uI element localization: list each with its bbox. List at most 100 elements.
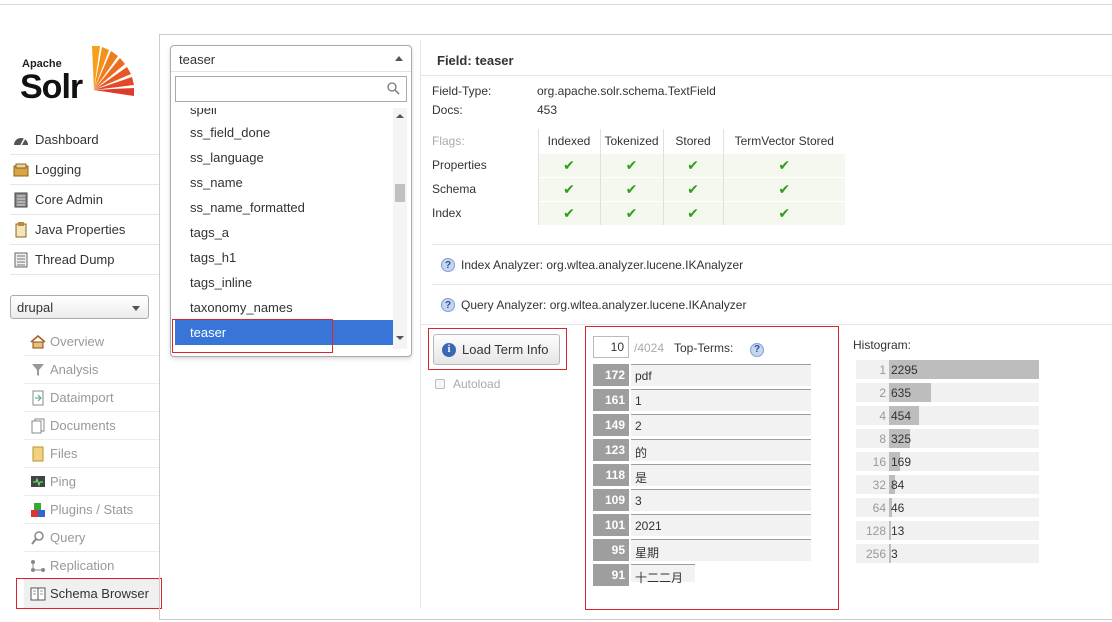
schema-browser-highlight	[16, 578, 162, 609]
field-option[interactable]: ss_name_formatted	[175, 195, 393, 220]
logging-icon	[13, 162, 29, 178]
term-count: 149	[593, 414, 629, 436]
field-option[interactable]: ss_name	[175, 170, 393, 195]
help-icon[interactable]: ?	[441, 298, 455, 312]
field-options-list: spell ss_field_done ss_language ss_name …	[175, 108, 393, 349]
field-option[interactable]: spell	[175, 108, 393, 120]
field-search-input[interactable]	[175, 76, 407, 102]
histogram-value: 2295	[891, 363, 918, 377]
term-text: 3	[631, 489, 811, 511]
field-option[interactable]: tags_inline	[175, 270, 393, 295]
index-analyzer[interactable]: ? Index Analyzer: org.wltea.analyzer.luc…	[441, 258, 743, 272]
autoload-option[interactable]: Autoload	[435, 377, 500, 391]
chevron-down-icon	[132, 306, 140, 311]
help-icon[interactable]: ?	[441, 258, 455, 272]
flags-row-label: Properties	[432, 152, 538, 177]
plugins-icon	[30, 502, 46, 518]
histogram-key: 128	[865, 524, 886, 538]
nav-item-dashboard[interactable]: Dashboard	[10, 125, 159, 155]
core-menu-plugins-stats[interactable]: Plugins / Stats	[24, 496, 159, 524]
field-option[interactable]: tags_a	[175, 220, 393, 245]
term-count: 123	[593, 439, 629, 461]
load-term-info-button[interactable]: i Load Term Info	[433, 334, 560, 365]
core-menu-label: Dataimport	[50, 390, 114, 405]
nav-item-core-admin[interactable]: Core Admin	[10, 185, 159, 215]
core-menu-analysis[interactable]: Analysis	[24, 356, 159, 384]
core-menu-label: Query	[50, 530, 86, 545]
flags-row-index: Index ✔ ✔ ✔ ✔	[432, 200, 846, 225]
funnel-icon	[30, 362, 46, 378]
term-text: pdf	[631, 364, 811, 386]
field-option[interactable]: taxonomy_names	[175, 295, 393, 320]
core-menu-files[interactable]: Files	[24, 440, 159, 468]
scroll-down-icon[interactable]	[396, 336, 404, 340]
term-text: 是	[631, 464, 811, 486]
nav-label: Dashboard	[35, 132, 99, 147]
ping-icon	[30, 474, 46, 490]
thread-dump-icon	[13, 252, 29, 268]
term-row[interactable]: 172 pdf	[593, 364, 811, 386]
term-text: 的	[631, 439, 811, 461]
histogram-key: 2	[879, 386, 886, 400]
nav-item-thread-dump[interactable]: Thread Dump	[10, 245, 159, 275]
check-icon: ✔	[537, 152, 600, 177]
solr-logo[interactable]: Apache Solr	[18, 42, 142, 106]
term-row[interactable]: 91 十二二月	[593, 564, 811, 604]
query-analyzer[interactable]: ? Query Analyzer: org.wltea.analyzer.luc…	[441, 298, 746, 312]
term-row[interactable]: 95 星期	[593, 539, 811, 561]
histogram-row: 1 2295	[856, 360, 1039, 379]
flags-row-label: Schema	[432, 176, 538, 201]
histogram-key: 64	[872, 501, 886, 515]
term-row[interactable]: 123 的	[593, 439, 811, 461]
flags-header-row: Flags: Indexed Tokenized Stored TermVect…	[432, 129, 846, 153]
term-row[interactable]: 109 3	[593, 489, 811, 511]
main-nav: Dashboard Logging Core Admin Java Proper…	[10, 125, 159, 275]
histogram-key: 16	[872, 455, 886, 469]
term-row[interactable]: 118 是	[593, 464, 811, 486]
core-menu-documents[interactable]: Documents	[24, 412, 159, 440]
field-option[interactable]: tags_h1	[175, 245, 393, 270]
top-terms-label: Top-Terms:	[674, 341, 734, 355]
index-analyzer-text: Index Analyzer: org.wltea.analyzer.lucen…	[461, 258, 744, 272]
histogram-row: 128 13	[856, 521, 1039, 540]
info-icon: i	[442, 342, 456, 357]
load-term-info-label: Load Term Info	[462, 342, 549, 357]
flags-col-tokenized: Tokenized	[599, 129, 664, 153]
scroll-up-icon[interactable]	[396, 114, 404, 118]
analyzer-bottom-separator	[421, 324, 1112, 325]
term-count: 101	[593, 514, 629, 536]
core-menu-ping[interactable]: Ping	[24, 468, 159, 496]
nav-item-logging[interactable]: Logging	[10, 155, 159, 185]
check-icon: ✔	[662, 200, 724, 225]
top-terms-count-input[interactable]: 10	[593, 336, 629, 358]
scrollbar-thumb[interactable]	[395, 184, 405, 202]
histogram-row: 256 3	[856, 544, 1039, 563]
docs-value: 453	[537, 103, 558, 117]
core-selector[interactable]: drupal	[10, 295, 149, 319]
top-border	[0, 4, 1112, 5]
nav-item-java-properties[interactable]: Java Properties	[10, 215, 159, 245]
field-select-dropdown[interactable]: teaser spell ss_field_done ss_language s…	[170, 45, 412, 357]
histogram-row: 2 635	[856, 383, 1039, 402]
autoload-checkbox[interactable]	[435, 379, 445, 389]
core-menu-overview[interactable]: Overview	[24, 328, 159, 356]
nav-label: Thread Dump	[35, 252, 115, 267]
check-icon: ✔	[722, 200, 846, 225]
field-option[interactable]: ss_field_done	[175, 120, 393, 145]
histogram-value: 13	[891, 524, 905, 538]
core-menu-query[interactable]: Query	[24, 524, 159, 552]
core-menu-dataimport[interactable]: Dataimport	[24, 384, 159, 412]
term-row[interactable]: 161 1	[593, 389, 811, 411]
term-count: 118	[593, 464, 629, 486]
term-row[interactable]: 149 2	[593, 414, 811, 436]
term-row[interactable]: 101 2021	[593, 514, 811, 536]
field-option[interactable]: ss_language	[175, 145, 393, 170]
help-icon[interactable]: ?	[750, 340, 770, 357]
field-select-current[interactable]: teaser	[171, 46, 411, 72]
term-count: 172	[593, 364, 629, 386]
core-menu-replication[interactable]: Replication	[24, 552, 159, 580]
field-options-scrollbar[interactable]	[393, 108, 407, 349]
logo-solr-text: Solr	[20, 68, 83, 106]
nav-label: Logging	[35, 162, 82, 177]
sun-icon	[92, 46, 134, 96]
